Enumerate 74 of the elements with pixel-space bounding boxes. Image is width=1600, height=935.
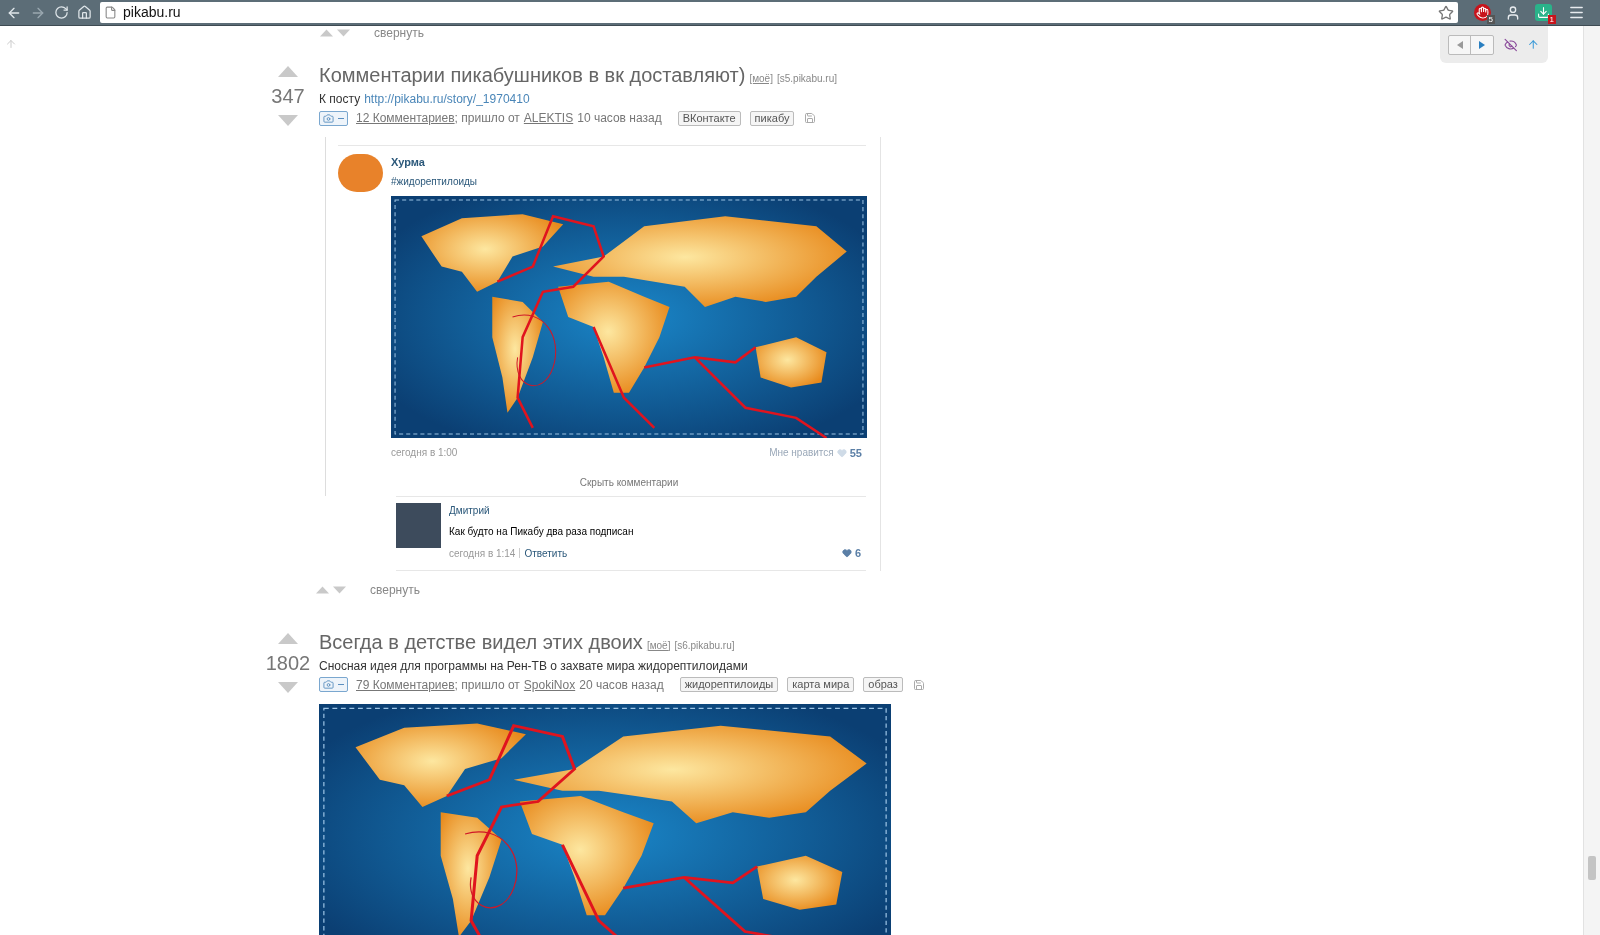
- post-time: 10 часов назад: [577, 110, 662, 127]
- right-triangle-icon: [1479, 40, 1485, 49]
- minus-icon: [338, 117, 344, 119]
- post-rating: 1802: [265, 650, 311, 676]
- comment-author[interactable]: Дмитрий: [449, 503, 866, 518]
- like-count: 6: [854, 546, 861, 561]
- reply-link[interactable]: Ответить: [524, 545, 568, 561]
- author-link[interactable]: ALEKTIS: [523, 109, 574, 127]
- heart-icon: [841, 548, 852, 559]
- tag[interactable]: ВКонтакте: [677, 110, 741, 126]
- upvote-arrow-icon[interactable]: [278, 66, 298, 77]
- vk-hashtag[interactable]: #жидорептилоиды: [391, 173, 867, 189]
- scrollbar-thumb[interactable]: [1588, 856, 1596, 880]
- post-time: 20 часов назад: [579, 676, 664, 694]
- reload-icon[interactable]: [54, 5, 69, 20]
- vk-post-date: сегодня в 1:00: [391, 446, 458, 461]
- tag[interactable]: карта мира: [787, 677, 855, 692]
- upvote-arrow-icon[interactable]: [278, 632, 298, 644]
- collapse-link[interactable]: свернуть: [374, 27, 424, 39]
- upvote-arrow-icon[interactable]: [320, 29, 333, 37]
- hide-comments-link[interactable]: Скрыть комментарии: [579, 475, 679, 490]
- comment-date: сегодня в 1:14: [449, 546, 516, 561]
- comment-text: Как будто на Пикабу два раза подписан: [449, 525, 635, 539]
- post-title[interactable]: Всегда в детстве видел этих двоих: [319, 626, 643, 657]
- group-avatar: [338, 154, 383, 192]
- author-link[interactable]: SpokiNox: [523, 675, 576, 694]
- like-count: 55: [849, 445, 862, 461]
- collapse-link[interactable]: свернуть: [370, 580, 420, 599]
- camera-icon: [323, 112, 334, 124]
- post-title[interactable]: Комментарии пикабушников в вк доставляют): [319, 60, 746, 90]
- extension-badge: 5: [1486, 15, 1495, 24]
- story-link[interactable]: http://pikabu.ru/story/_1970410: [364, 90, 530, 108]
- post-rating: 347: [271, 84, 305, 109]
- vk-author[interactable]: Хурма: [391, 154, 867, 171]
- comments-link[interactable]: 79 Комментариев: [356, 675, 455, 694]
- downvote-arrow-icon[interactable]: [278, 681, 298, 693]
- downvote-arrow-icon[interactable]: [337, 29, 350, 37]
- mine-link[interactable]: [моё]: [646, 637, 671, 653]
- from-label: ; пришло от: [454, 676, 520, 694]
- tag[interactable]: жидорептилоиды: [679, 677, 779, 692]
- from-label: ; пришло от: [454, 110, 520, 127]
- downvote-arrow-icon[interactable]: [333, 585, 346, 594]
- tag[interactable]: пикабу: [749, 110, 795, 126]
- save-icon[interactable]: [912, 678, 925, 691]
- minus-icon: [338, 684, 344, 685]
- left-triangle-icon: [1456, 40, 1463, 49]
- up-arrow-icon[interactable]: [1527, 38, 1540, 51]
- media-toggle[interactable]: [319, 110, 348, 126]
- menu-icon[interactable]: [1568, 4, 1585, 21]
- address-bar[interactable]: pikabu.ru: [100, 2, 1458, 23]
- post-description: Сносная идея для программы на Рен-ТВ о захвате мира жидорептилоидами: [319, 657, 748, 675]
- scroll-top-arrow-icon[interactable]: [5, 38, 17, 50]
- heart-icon: [836, 447, 847, 458]
- user-photo-placeholder: [396, 503, 441, 548]
- extension-badge: 1: [1547, 15, 1556, 24]
- comments-link[interactable]: 12 Комментариев: [356, 109, 455, 127]
- source-label: [s6.pikabu.ru]: [674, 638, 735, 653]
- home-icon[interactable]: [77, 5, 92, 20]
- scrollbar[interactable]: [1583, 26, 1600, 935]
- source-label: [s5.pikabu.ru]: [776, 72, 837, 86]
- post-description: К посту: [319, 91, 361, 108]
- download-icon[interactable]: [1535, 4, 1552, 21]
- save-icon[interactable]: [804, 112, 817, 124]
- mine-link[interactable]: [моё]: [749, 71, 773, 86]
- page-icon: [104, 6, 117, 19]
- downvote-arrow-icon[interactable]: [278, 115, 298, 126]
- upvote-arrow-icon[interactable]: [316, 585, 329, 594]
- bookmark-star-icon[interactable]: [1438, 4, 1454, 21]
- tag[interactable]: образ: [863, 677, 903, 692]
- person-icon[interactable]: [1505, 4, 1521, 21]
- camera-icon: [323, 679, 334, 690]
- hide-eye-icon[interactable]: [1504, 37, 1518, 52]
- extension-hand-icon[interactable]: [1474, 4, 1491, 21]
- media-toggle[interactable]: [319, 677, 348, 692]
